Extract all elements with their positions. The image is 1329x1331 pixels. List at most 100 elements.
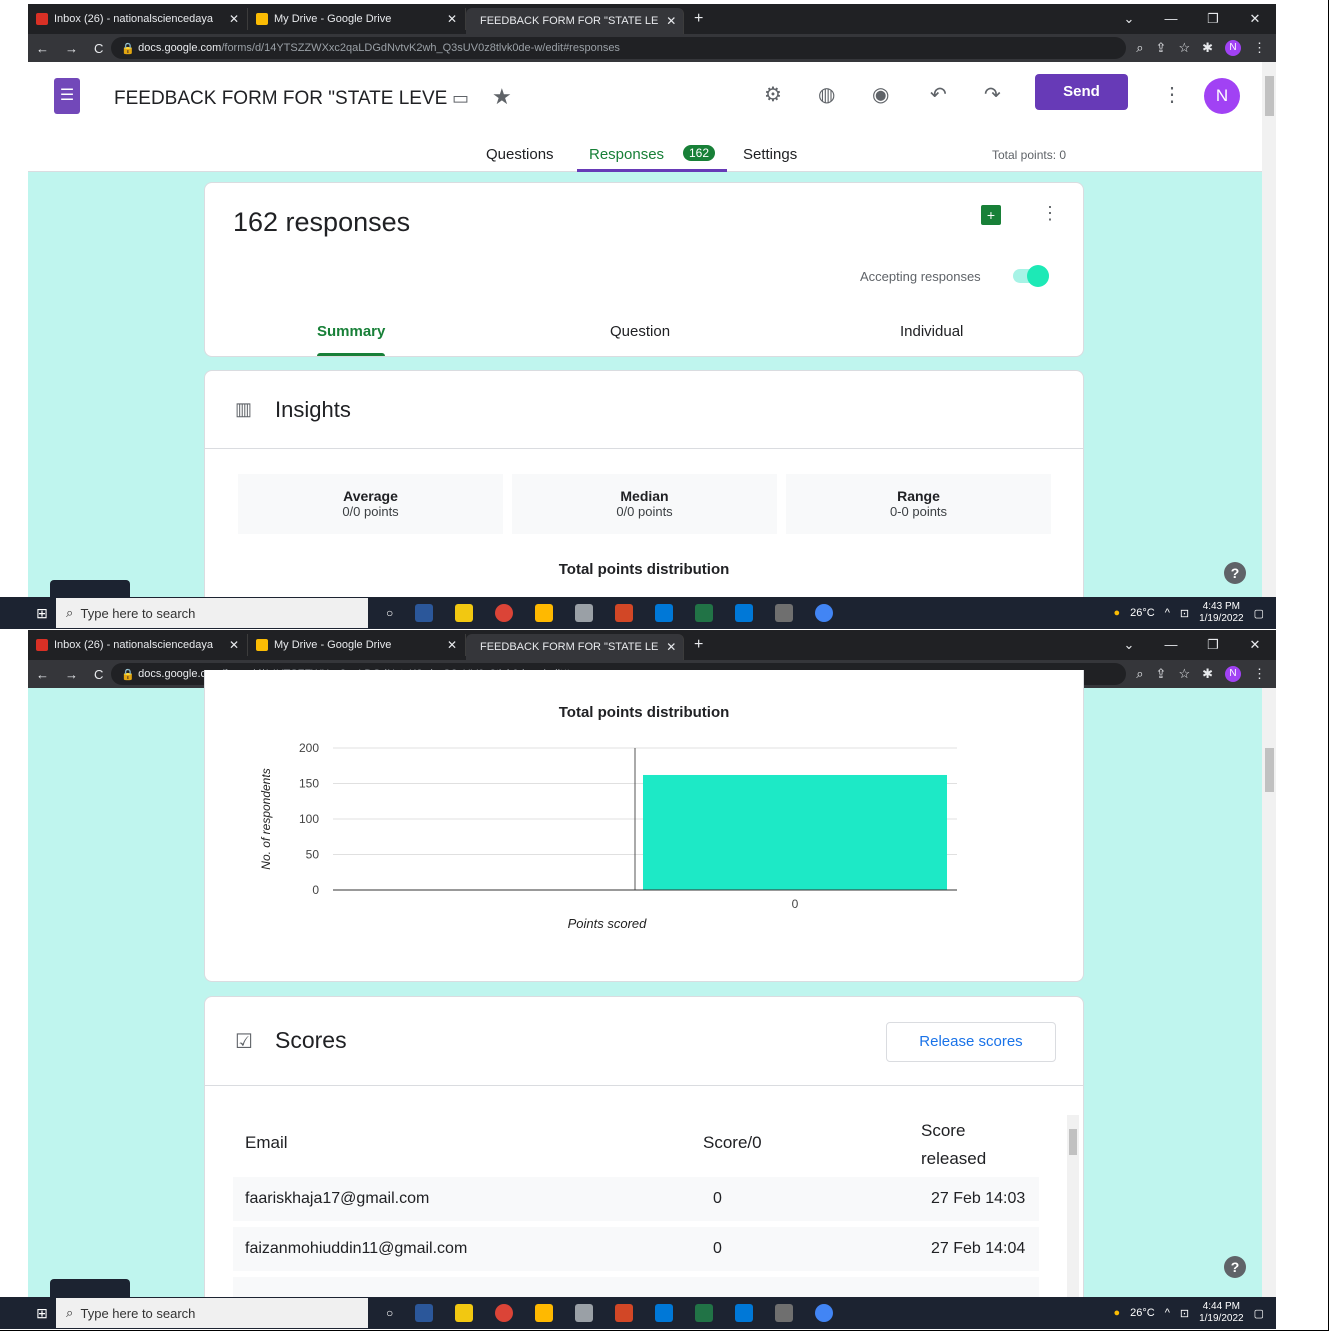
palette-icon[interactable]: ◍	[818, 82, 835, 107]
chrome-icon[interactable]	[495, 1304, 514, 1322]
store-icon[interactable]	[535, 1304, 554, 1322]
tab-drive[interactable]: My Drive - Google Drive ✕	[248, 8, 466, 30]
avatar[interactable]: N	[1204, 78, 1240, 114]
new-tab-button[interactable]: +	[684, 636, 713, 654]
windows-start-icon[interactable]: ⊞	[28, 1305, 56, 1322]
tab-forms[interactable]: FEEDBACK FORM FOR "STATE LE ✕	[466, 8, 684, 34]
close-icon[interactable]: ✕	[439, 12, 457, 26]
close-window-button[interactable]: ✕	[1234, 11, 1276, 27]
table-row[interactable]: faariskhaja17@gmail.com 0 27 Feb 14:03	[233, 1177, 1039, 1221]
menu-icon[interactable]: ⋮	[1253, 666, 1266, 682]
minimize-button[interactable]: —	[1150, 11, 1192, 27]
chevron-down-icon[interactable]: ⌄	[1108, 637, 1150, 653]
star-icon[interactable]: ★	[492, 84, 512, 110]
app-icon[interactable]	[575, 604, 594, 622]
redo-icon[interactable]: ↷	[984, 82, 1001, 107]
notification-icon[interactable]: ▢	[1254, 1307, 1264, 1320]
chevron-up-icon[interactable]: ^	[1165, 607, 1170, 619]
table-row[interactable]: faizanmohiuddin11@gmail.com 0 27 Feb 14:…	[233, 1227, 1039, 1271]
share-icon[interactable]: ⇪	[1156, 666, 1167, 682]
app-icon[interactable]	[655, 604, 674, 622]
network-icon[interactable]: ⊡	[1180, 607, 1189, 620]
powerpoint-icon[interactable]	[615, 604, 634, 622]
more-vert-icon[interactable]: ⋮	[1162, 82, 1182, 107]
chrome-profile-icon[interactable]	[815, 1304, 834, 1322]
puzzle-icon[interactable]: ✱	[1202, 40, 1213, 56]
star-icon[interactable]: ☆	[1178, 40, 1190, 56]
app-icon[interactable]	[575, 1304, 594, 1322]
preview-eye-icon[interactable]: ◉	[872, 82, 889, 107]
star-icon[interactable]: ☆	[1178, 666, 1190, 682]
reload-icon[interactable]: C	[86, 41, 111, 56]
windows-start-icon[interactable]: ⊞	[28, 605, 56, 622]
cortana-icon[interactable]: ○	[386, 1306, 393, 1320]
share-icon[interactable]: ⇪	[1156, 40, 1167, 56]
word-icon[interactable]	[415, 1304, 434, 1322]
clock[interactable]: 4:43 PM 1/19/2022	[1199, 601, 1244, 625]
menu-icon[interactable]: ⋮	[1253, 40, 1266, 56]
notification-icon[interactable]: ▢	[1254, 607, 1264, 620]
tab-forms[interactable]: FEEDBACK FORM FOR "STATE LE ✕	[466, 634, 684, 660]
network-icon[interactable]: ⊡	[1180, 1307, 1189, 1320]
back-icon[interactable]: ←	[28, 667, 57, 682]
help-icon[interactable]: ?	[1224, 1256, 1246, 1278]
close-icon[interactable]: ✕	[658, 640, 676, 654]
table-row[interactable]	[233, 1277, 1039, 1297]
tab-settings[interactable]: Settings	[743, 146, 797, 163]
chevron-down-icon[interactable]: ⌄	[1108, 11, 1150, 27]
word-icon[interactable]	[415, 604, 434, 622]
release-scores-button[interactable]: Release scores	[886, 1022, 1056, 1062]
table-scrollbar[interactable]	[1067, 1115, 1079, 1297]
chevron-up-icon[interactable]: ^	[1165, 1307, 1170, 1319]
close-icon[interactable]: ✕	[221, 12, 239, 26]
store-icon[interactable]	[535, 604, 554, 622]
taskbar-search[interactable]: ⌕ Type here to search	[56, 1298, 368, 1328]
chrome-icon[interactable]	[495, 604, 514, 622]
close-icon[interactable]: ✕	[658, 14, 676, 28]
send-button[interactable]: Send	[1035, 74, 1128, 110]
subtab-summary[interactable]: Summary	[317, 323, 385, 340]
profile-avatar[interactable]: N	[1225, 666, 1241, 682]
new-tab-button[interactable]: +	[684, 10, 713, 28]
sheets-icon[interactable]: +	[981, 205, 1001, 225]
form-title[interactable]: FEEDBACK FORM FOR "STATE LEVE	[114, 88, 447, 110]
zoom-icon[interactable]: ⌕	[1136, 40, 1143, 56]
folder-icon[interactable]: ▭	[452, 88, 469, 109]
explorer-icon[interactable]	[455, 1304, 474, 1322]
zoom-icon[interactable]: ⌕	[1136, 666, 1143, 682]
subtab-question[interactable]: Question	[610, 323, 670, 340]
app-icon[interactable]	[655, 1304, 674, 1322]
snipping-icon[interactable]	[775, 604, 794, 622]
profile-avatar[interactable]: N	[1225, 40, 1241, 56]
close-icon[interactable]: ✕	[221, 638, 239, 652]
scrollbar[interactable]	[1262, 688, 1276, 1297]
addons-icon[interactable]: ⚙	[764, 82, 782, 107]
close-window-button[interactable]: ✕	[1234, 637, 1276, 653]
taskbar-search[interactable]: ⌕ Type here to search	[56, 598, 368, 628]
tab-gmail[interactable]: Inbox (26) - nationalsciencedaya ✕	[28, 634, 248, 656]
restore-button[interactable]: ❐	[1192, 637, 1234, 653]
forward-icon[interactable]: →	[57, 667, 86, 682]
reload-icon[interactable]: C	[86, 667, 111, 682]
excel-icon[interactable]	[695, 604, 714, 622]
forward-icon[interactable]: →	[57, 41, 86, 56]
clock[interactable]: 4:44 PM 1/19/2022	[1199, 1301, 1244, 1325]
mail-icon[interactable]	[735, 1304, 754, 1322]
tab-questions[interactable]: Questions	[486, 146, 554, 163]
tab-drive[interactable]: My Drive - Google Drive ✕	[248, 634, 466, 656]
powerpoint-icon[interactable]	[615, 1304, 634, 1322]
undo-icon[interactable]: ↶	[930, 82, 947, 107]
minimize-button[interactable]: —	[1150, 637, 1192, 653]
excel-icon[interactable]	[695, 1304, 714, 1322]
snipping-icon[interactable]	[775, 1304, 794, 1322]
chrome-profile-icon[interactable]	[815, 604, 834, 622]
explorer-icon[interactable]	[455, 604, 474, 622]
mail-icon[interactable]	[735, 604, 754, 622]
restore-button[interactable]: ❐	[1192, 11, 1234, 27]
tab-responses[interactable]: Responses 162	[577, 140, 727, 172]
subtab-individual[interactable]: Individual	[900, 323, 963, 340]
url-field[interactable]: 🔒 docs.google.com/forms/d/14YTSZZWXxc2qa…	[111, 37, 1127, 59]
accepting-toggle[interactable]	[1013, 265, 1049, 287]
tab-gmail[interactable]: Inbox (26) - nationalsciencedaya ✕	[28, 8, 248, 30]
back-icon[interactable]: ←	[28, 41, 57, 56]
